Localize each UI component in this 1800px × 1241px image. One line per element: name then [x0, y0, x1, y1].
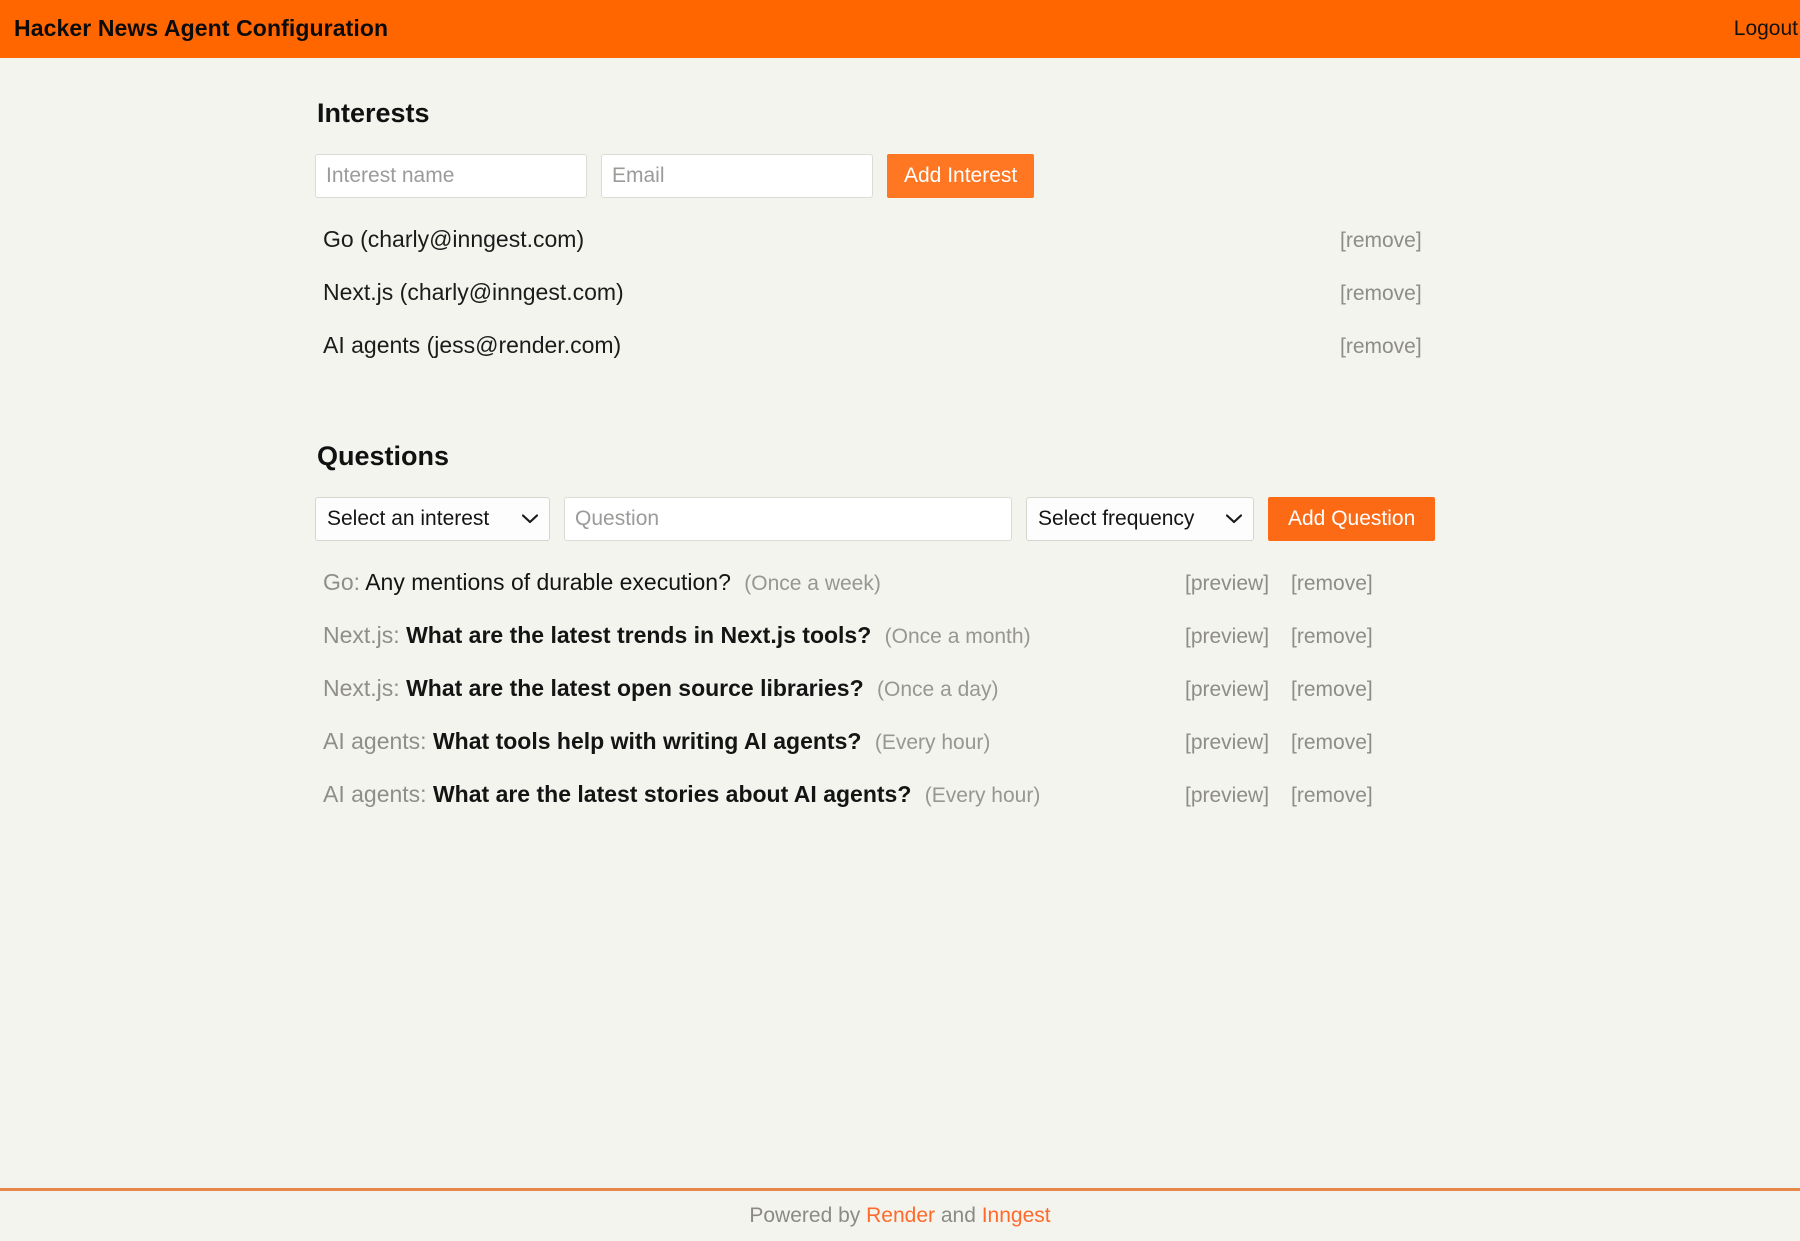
question-summary: Next.js: What are the latest trends in N… [323, 622, 1031, 649]
interest-row-actions: [remove] [1340, 282, 1485, 306]
question-text: What tools help with writing AI agents? [432, 728, 862, 754]
questions-heading: Questions [317, 441, 450, 471]
inngest-link[interactable]: Inngest [982, 1204, 1051, 1227]
interest-label: AI agents (jess@render.com) [323, 332, 622, 358]
question-interest: AI agents: [323, 781, 427, 807]
questions-section: Questions Select an interest Select freq… [315, 441, 1485, 834]
question-frequency: (Every hour) [874, 731, 991, 754]
question-interest: Go: [323, 569, 361, 595]
frequency-select[interactable]: Select frequency [1026, 497, 1254, 541]
question-frequency: (Once a day) [877, 678, 999, 701]
preview-question-link[interactable]: [preview] [1185, 678, 1269, 702]
footer-middle: and [935, 1204, 982, 1227]
main-content: Interests Add Interest Go (charly@innges… [315, 58, 1485, 834]
question-summary: AI agents: What are the latest stories a… [323, 781, 1040, 808]
question-interest: Next.js: [323, 675, 400, 701]
interests-heading: Interests [317, 98, 430, 128]
add-question-button[interactable]: Add Question [1268, 497, 1436, 541]
question-text: What are the latest trends in Next.js to… [406, 622, 872, 648]
app-header: Hacker News Agent Configuration Logout [0, 0, 1800, 58]
question-text: What are the latest stories about AI age… [432, 781, 912, 807]
questions-list: Go: Any mentions of durable execution? (… [315, 569, 1485, 834]
question-frequency: (Every hour) [924, 784, 1041, 807]
remove-question-link[interactable]: [remove] [1291, 784, 1373, 808]
preview-question-link[interactable]: [preview] [1185, 784, 1269, 808]
interest-row: Next.js (charly@inngest.com) [remove] [315, 279, 1485, 332]
logout-link[interactable]: Logout [1734, 17, 1798, 41]
question-summary: AI agents: What tools help with writing … [323, 728, 990, 755]
preview-question-link[interactable]: [preview] [1185, 572, 1269, 596]
question-row-actions: [preview] [remove] [1185, 731, 1485, 755]
page-title: Hacker News Agent Configuration [14, 15, 389, 41]
question-row: Go: Any mentions of durable execution? (… [315, 569, 1485, 622]
question-frequency: (Once a week) [744, 572, 881, 595]
interests-section: Interests Add Interest Go (charly@innges… [315, 98, 1485, 385]
question-interest: Next.js: [323, 622, 400, 648]
remove-interest-link[interactable]: [remove] [1340, 229, 1422, 253]
interest-label: Next.js (charly@inngest.com) [323, 279, 624, 305]
footer-prefix: Powered by [749, 1204, 867, 1227]
question-row-actions: [preview] [remove] [1185, 572, 1485, 596]
preview-question-link[interactable]: [preview] [1185, 731, 1269, 755]
question-row-actions: [preview] [remove] [1185, 678, 1485, 702]
interest-label: Go (charly@inngest.com) [323, 226, 585, 252]
render-link[interactable]: Render [866, 1204, 935, 1227]
add-question-form: Select an interest Select frequency Add … [315, 497, 1485, 541]
interest-row-actions: [remove] [1340, 229, 1485, 253]
question-text: Any mentions of durable execution? [365, 569, 731, 595]
question-row-actions: [preview] [remove] [1185, 625, 1485, 649]
interest-row: AI agents (jess@render.com) [remove] [315, 332, 1485, 385]
preview-question-link[interactable]: [preview] [1185, 625, 1269, 649]
interest-select-wrap: Select an interest [315, 497, 550, 541]
remove-question-link[interactable]: [remove] [1291, 572, 1373, 596]
question-row: AI agents: What tools help with writing … [315, 728, 1485, 781]
question-summary: Go: Any mentions of durable execution? (… [323, 569, 881, 596]
question-input[interactable] [564, 497, 1012, 541]
question-frequency: (Once a month) [884, 625, 1031, 648]
question-row: AI agents: What are the latest stories a… [315, 781, 1485, 834]
frequency-select-wrap: Select frequency [1026, 497, 1254, 541]
question-interest: AI agents: [323, 728, 427, 754]
remove-interest-link[interactable]: [remove] [1340, 282, 1422, 306]
interest-email-input[interactable] [601, 154, 873, 198]
remove-question-link[interactable]: [remove] [1291, 678, 1373, 702]
interest-row: Go (charly@inngest.com) [remove] [315, 226, 1485, 279]
question-row: Next.js: What are the latest trends in N… [315, 622, 1485, 675]
question-row-actions: [preview] [remove] [1185, 784, 1485, 808]
remove-question-link[interactable]: [remove] [1291, 731, 1373, 755]
remove-interest-link[interactable]: [remove] [1340, 335, 1422, 359]
question-text: What are the latest open source librarie… [406, 675, 864, 701]
app-footer: Powered by Render and Inngest [0, 1188, 1800, 1241]
remove-question-link[interactable]: [remove] [1291, 625, 1373, 649]
question-summary: Next.js: What are the latest open source… [323, 675, 998, 702]
add-interest-form: Add Interest [315, 154, 1485, 198]
question-row: Next.js: What are the latest open source… [315, 675, 1485, 728]
add-interest-button[interactable]: Add Interest [887, 154, 1035, 198]
interest-select[interactable]: Select an interest [315, 497, 550, 541]
footer-credit: Powered by Render and Inngest [749, 1204, 1050, 1228]
interest-row-actions: [remove] [1340, 335, 1485, 359]
interests-list: Go (charly@inngest.com) [remove] Next.js… [315, 226, 1485, 385]
interest-name-input[interactable] [315, 154, 587, 198]
